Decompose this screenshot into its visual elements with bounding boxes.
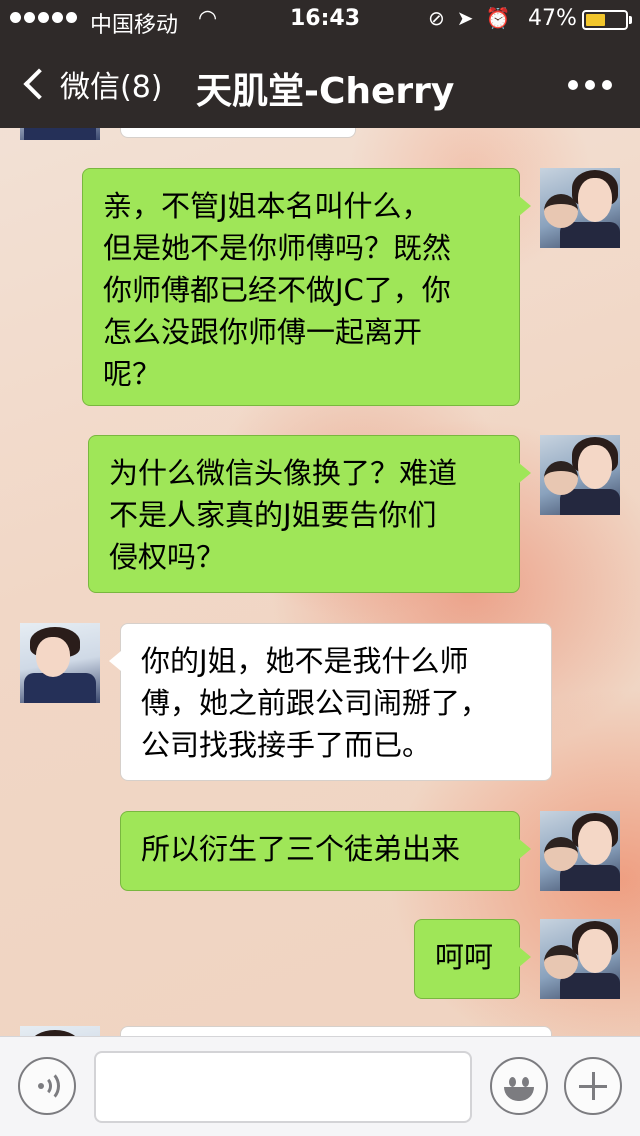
message-text: 你的J姐，她不是我什么师 傅，她之前跟公司闹掰了， 公司找我接手了而已。 xyxy=(141,644,490,762)
contact-avatar[interactable] xyxy=(20,623,100,703)
message-text: 亲，不管J姐本名叫什么， 但是她不是你师傅吗？既然 你师傅都已经不做JC了，你 … xyxy=(103,189,452,391)
input-bar xyxy=(0,1036,640,1136)
my-avatar[interactable] xyxy=(540,435,620,515)
my-avatar[interactable] xyxy=(540,919,620,999)
back-button[interactable]: 微信(8) xyxy=(20,60,163,108)
alarm-icon: ⏰ xyxy=(485,6,511,30)
top-bar: 中国移动 ◠ 16:43 ⊘ ➤ ⏰ 47% 微信(8) 天肌堂-Cherry xyxy=(0,0,640,128)
rotation-lock-icon: ⊘ xyxy=(428,6,445,30)
nav-bar: 微信(8) 天肌堂-Cherry xyxy=(0,40,640,128)
signal-dots-icon xyxy=(10,12,77,23)
message-bubble-outgoing[interactable]: 所以衍生了三个徒弟出来 xyxy=(120,811,520,891)
message-text: 所以衍生了三个徒弟出来 xyxy=(141,832,461,866)
message-text: 为什么微信头像换了？难道 不是人家真的J姐要告你们 侵权吗？ xyxy=(109,456,458,574)
my-avatar[interactable] xyxy=(540,168,620,248)
contact-avatar[interactable] xyxy=(20,1026,100,1036)
message-bubble-incoming[interactable]: 你的J姐，她不是我什么师 傅，她之前跟公司闹掰了， 公司找我接手了而已。 xyxy=(120,623,552,781)
chat-title: 天肌堂-Cherry xyxy=(196,71,455,112)
location-arrow-icon: ➤ xyxy=(456,6,474,30)
status-time: 16:43 xyxy=(290,6,361,31)
message-bubble-partial xyxy=(120,128,356,138)
voice-icon[interactable] xyxy=(18,1057,76,1115)
message-bubble-outgoing[interactable]: 呵呵 xyxy=(414,919,520,999)
back-label: 微信(8) xyxy=(60,70,163,105)
contact-avatar[interactable] xyxy=(20,128,100,140)
battery-fill xyxy=(586,14,605,26)
status-bar: 中国移动 ◠ 16:43 ⊘ ➤ ⏰ 47% xyxy=(0,0,640,40)
chevron-left-icon xyxy=(23,68,55,100)
battery-percent: 47% xyxy=(528,6,577,31)
ellipsis-icon[interactable] xyxy=(568,80,612,90)
carrier-label: 中国移动 xyxy=(90,13,179,38)
message-bubble-outgoing[interactable]: 亲，不管J姐本名叫什么， 但是她不是你师傅吗？既然 你师傅都已经不做JC了，你 … xyxy=(82,168,520,406)
message-list[interactable]: 亲，不管J姐本名叫什么， 但是她不是你师傅吗？既然 你师傅都已经不做JC了，你 … xyxy=(0,128,640,1036)
my-avatar[interactable] xyxy=(540,811,620,891)
message-text: 呵呵 xyxy=(435,940,494,974)
battery-icon xyxy=(582,10,628,30)
wifi-icon: ◠ xyxy=(198,6,218,31)
message-bubble-partial xyxy=(120,1026,552,1036)
emoji-icon[interactable] xyxy=(490,1057,548,1115)
message-input[interactable] xyxy=(94,1051,472,1123)
message-bubble-outgoing[interactable]: 为什么微信头像换了？难道 不是人家真的J姐要告你们 侵权吗？ xyxy=(88,435,520,593)
plus-icon[interactable] xyxy=(564,1057,622,1115)
status-icons: ⊘ ➤ ⏰ xyxy=(428,6,510,30)
